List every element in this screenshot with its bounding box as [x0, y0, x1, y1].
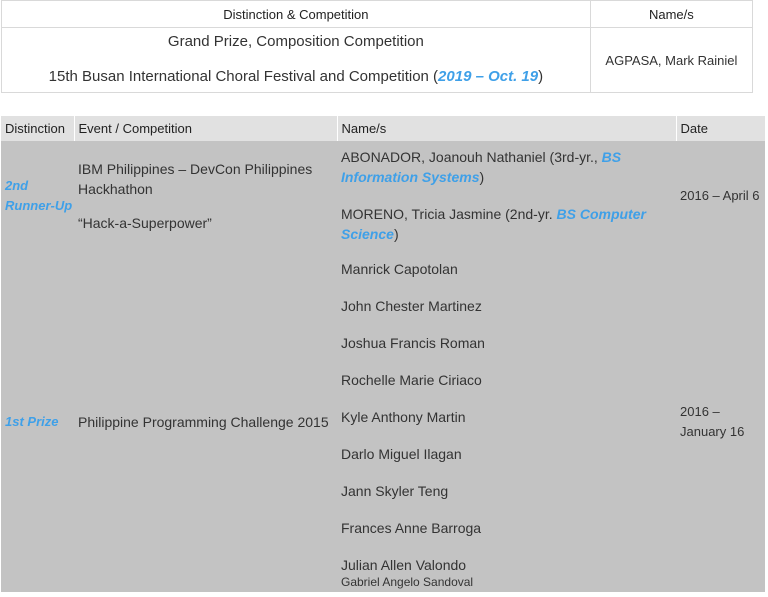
- festival-text: 15th Busan International Choral Festival…: [2, 68, 590, 86]
- tech-awards-table: Distinction Event / Competition Name/s D…: [1, 116, 766, 592]
- participant-name: Rochelle Marie Ciriaco: [341, 372, 482, 388]
- festival-name: 15th Busan International Choral Festival…: [48, 67, 439, 85]
- participant-name-suffix: ): [479, 169, 485, 185]
- table-header-row: Distinction & Competition Name/s: [1, 0, 754, 28]
- distinction-label: 2nd Runner-Up: [5, 178, 73, 213]
- participant-name: Joshua Francis Roman: [341, 335, 485, 351]
- names-cell: Manrick Capotolan John Chester Martinez …: [337, 251, 676, 592]
- event-subtitle: “Hack-a-Superpower”: [78, 215, 212, 231]
- header-event: Event / Competition: [74, 116, 338, 141]
- participant-name: Frances Anne Barroga: [341, 520, 482, 536]
- name-cell: AGPASA, Mark Rainiel: [589, 27, 754, 93]
- table-row: 1st Prize Philippine Programming Challen…: [1, 251, 765, 592]
- header-names: Name/s: [337, 116, 677, 141]
- participant-name: Jann Skyler Teng: [341, 483, 449, 499]
- names-cell: ABONADOR, Joanouh Nathaniel (3rd-yr., BS…: [337, 141, 676, 251]
- table-header-row: Distinction Event / Competition Name/s D…: [1, 116, 766, 141]
- participant-name: Manrick Capotolan: [341, 261, 458, 277]
- distinction-cell: 1st Prize: [1, 251, 74, 592]
- distinction-competition-cell: Grand Prize, Composition Competition 15t…: [1, 27, 591, 93]
- participant-name: MORENO, Tricia Jasmine (2nd-yr. BS Compu…: [341, 204, 676, 244]
- participant-name-suffix: ): [393, 226, 399, 242]
- participant-name: Darlo Miguel Ilagan: [341, 446, 462, 462]
- table-row: Grand Prize, Composition Competition 15t…: [1, 27, 754, 93]
- distinction-label: 1st Prize: [5, 413, 59, 429]
- header-distinction: Distinction: [1, 116, 75, 141]
- distinction-cell: 2nd Runner-Up: [1, 141, 74, 251]
- festival-suffix: ): [538, 67, 544, 85]
- table-row: 2nd Runner-Up IBM Philippines – DevCon P…: [1, 141, 765, 251]
- participant-name: Gabriel Angelo Sandoval: [341, 575, 474, 589]
- choral-award-table: Distinction & Competition Name/s Grand P…: [1, 0, 754, 93]
- participant-name: Kyle Anthony Martin: [341, 409, 466, 425]
- participant-name-text: ABONADOR, Joanouh Nathaniel (3rd-yr.,: [341, 149, 602, 165]
- participant-name: ABONADOR, Joanouh Nathaniel (3rd-yr., BS…: [341, 147, 676, 187]
- header-distinction-competition: Distinction & Competition: [1, 0, 591, 28]
- festival-date-link[interactable]: 2019 – Oct. 19: [438, 68, 538, 85]
- participant-name: John Chester Martinez: [341, 298, 482, 314]
- date-cell: 2016 – January 16: [676, 251, 765, 592]
- header-names: Name/s: [589, 0, 754, 28]
- prize-title: Grand Prize, Composition Competition: [167, 32, 424, 50]
- event-cell: IBM Philippines – DevCon Philippines Hac…: [74, 141, 337, 251]
- participant-name-text: MORENO, Tricia Jasmine (2nd-yr.: [341, 206, 557, 222]
- date-cell: 2016 – April 6: [676, 141, 765, 251]
- event-name: IBM Philippines – DevCon Philippines Hac…: [78, 161, 313, 197]
- header-date: Date: [676, 116, 766, 141]
- event-cell: Philippine Programming Challenge 2015: [74, 251, 337, 592]
